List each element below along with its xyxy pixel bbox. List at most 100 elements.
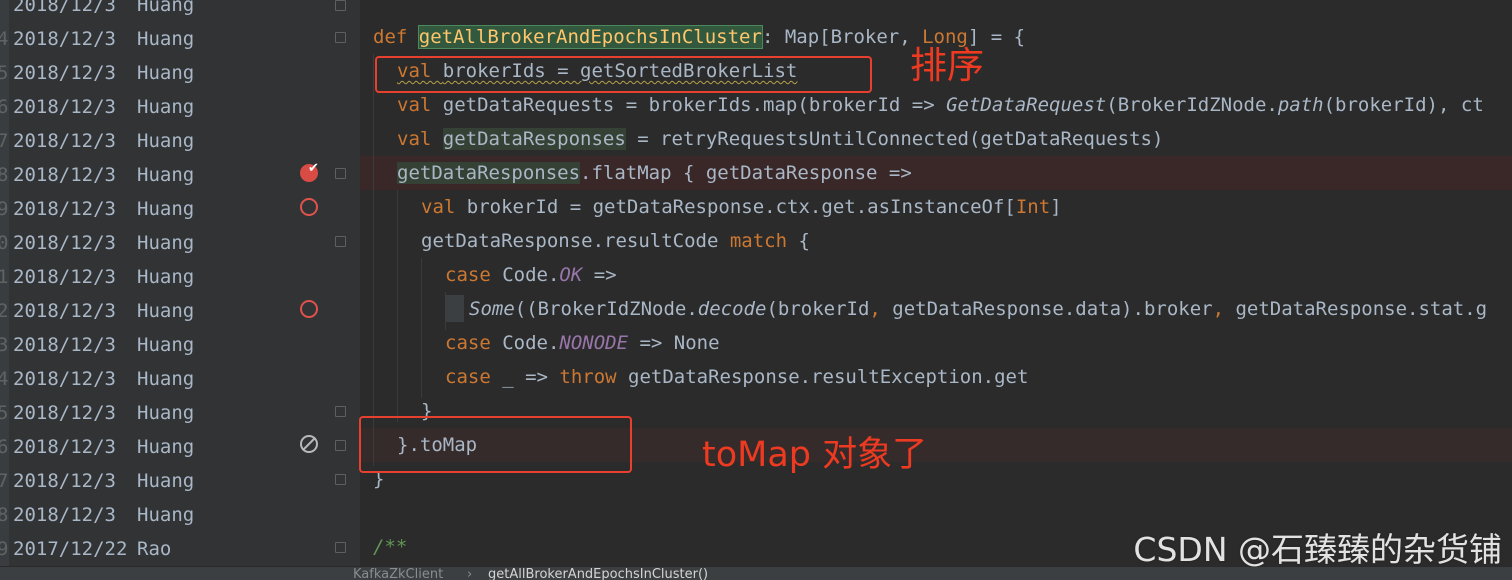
verified-breakpoint-icon[interactable]: ✔: [300, 162, 319, 182]
annotation-row[interactable]: 3 2018/12/3 Huang: [0, 328, 264, 362]
annotation-date: 2018/12/3: [13, 198, 116, 220]
annotation-row[interactable]: 7 2018/12/3 Huang: [0, 464, 264, 498]
indent-guide: [373, 54, 374, 466]
code-line[interactable]: /**: [373, 530, 407, 564]
line-number: 2: [0, 300, 9, 322]
line-number: 9: [0, 198, 9, 220]
annotation-row[interactable]: 4 2018/12/3 Huang: [0, 362, 264, 396]
code-method-call: path: [1277, 94, 1324, 116]
inline-hint-marker: [445, 295, 464, 322]
breakpoint-icon[interactable]: [300, 198, 318, 216]
annotation-author: Huang: [137, 402, 195, 424]
line-number: 0: [0, 232, 9, 254]
annotation-date: 2018/12/3: [13, 0, 116, 16]
code-method-call: decode: [697, 298, 767, 320]
indent-guide: [421, 258, 422, 398]
disabled-breakpoint-icon[interactable]: [300, 435, 318, 453]
annotation-date: 2017/12/22: [13, 538, 128, 560]
line-number: 3: [0, 334, 9, 356]
annotation-author: Rao: [137, 538, 172, 560]
code-constant: NONODE: [559, 332, 629, 354]
fold-icon[interactable]: [335, 474, 346, 485]
code-constant: OK: [559, 264, 583, 286]
annotation-row[interactable]: 9 2018/12/3 Huang: [0, 192, 264, 226]
breakpoint-icon[interactable]: [300, 300, 318, 318]
annotation-row[interactable]: 8 2018/12/3 Huang: [0, 498, 264, 532]
code-text: =>: [582, 264, 617, 286]
annotation-date: 2018/12/3: [13, 232, 116, 254]
annotation-date: 2018/12/3: [13, 368, 116, 390]
line-number: 6: [0, 96, 9, 118]
annotation-row[interactable]: 7 2018/12/3 Huang: [0, 124, 264, 158]
git-annotation-column: 2018/12/3 Huang 4 2018/12/3 Huang 5 2018/12/3 H…: [0, 0, 264, 566]
code-text: ]: [1050, 196, 1062, 218]
fold-icon[interactable]: [335, 440, 346, 451]
line-number: 4: [0, 28, 9, 50]
line-number: 4: [0, 368, 9, 390]
annotation-author: Huang: [137, 436, 195, 458]
annotation-box-sort: [375, 56, 872, 93]
code-line[interactable]: case _ => throw getDataResponse.resultEx…: [445, 360, 1028, 394]
fold-icon[interactable]: [335, 32, 346, 43]
fold-icon[interactable]: [335, 406, 346, 417]
line-number: 5: [0, 62, 9, 84]
annotation-author: Huang: [137, 0, 195, 16]
annotation-row[interactable]: 8 2018/12/3 Huang: [0, 158, 264, 192]
fold-icon[interactable]: [335, 236, 346, 247]
code-line[interactable]: case Code.OK =>: [445, 258, 617, 292]
chevron-right-icon: ›: [467, 567, 473, 580]
code-line[interactable]: */: [397, 0, 466, 48]
code-line[interactable]: val getDataResponses = retryRequestsUnti…: [397, 122, 1163, 156]
annotation-row[interactable]: 5 2018/12/3 Huang: [0, 396, 264, 430]
annotation-author: Huang: [137, 28, 195, 50]
annotation-date: 2018/12/3: [13, 436, 116, 458]
code-line[interactable]: case Code.NONODE => None: [445, 326, 720, 360]
code-text: getDataResponse.resultException.get: [628, 366, 1029, 388]
code-function-name[interactable]: getAllBrokerAndEpochsInCluster: [417, 25, 763, 49]
code-keyword: case: [445, 366, 503, 388]
fold-icon[interactable]: [335, 542, 346, 553]
annotation-row[interactable]: 6 2018/12/3 Huang: [0, 90, 264, 124]
annotation-date: 2018/12/3: [13, 334, 116, 356]
annotation-date: 2018/12/3: [13, 470, 116, 492]
code-keyword: val: [397, 128, 443, 150]
breadcrumb-method[interactable]: getAllBrokerAndEpochsInCluster(): [488, 568, 708, 580]
annotation-row[interactable]: 1 2018/12/3 Huang: [0, 260, 264, 294]
annotation-label-sort: 排序: [910, 44, 984, 87]
annotation-label-tomap: toMap 对象了: [702, 435, 928, 475]
breadcrumb-class[interactable]: KafkaZkClient: [353, 568, 443, 580]
annotation-row[interactable]: 2018/12/3 Huang: [0, 0, 264, 22]
indent-guide: [397, 190, 398, 422]
annotation-box-tomap: [359, 416, 632, 473]
code-text: getDataResponse.resultCode: [421, 230, 730, 252]
line-number: 8: [0, 504, 9, 526]
code-line[interactable]: Some((BrokerIdZNode.decode(brokerId, get…: [469, 292, 1487, 326]
code-text: Code.: [502, 264, 560, 286]
code-keyword: case: [445, 332, 503, 354]
code-text: getDataRequests = brokerIds.map(brokerId…: [442, 94, 947, 116]
annotation-row[interactable]: 5 2018/12/3 Huang: [0, 56, 264, 90]
code-variable-usage: getDataResponses: [397, 162, 581, 184]
code-text: = retryRequestsUntilConnected(getDataReq…: [625, 128, 1164, 150]
code-text: getDataResponse.stat.g: [1235, 298, 1488, 320]
annotation-row[interactable]: 2 2018/12/3 Huang: [0, 294, 264, 328]
editor-gutter[interactable]: ✔: [264, 0, 360, 566]
code-line[interactable]: getDataResponses.flatMap { getDataRespon…: [397, 156, 912, 190]
fold-icon[interactable]: [335, 168, 346, 179]
code-text: .flatMap { getDataResponse =>: [580, 162, 912, 184]
annotation-row[interactable]: 6 2018/12/3 Huang: [0, 430, 264, 464]
annotation-author: Huang: [137, 300, 195, 322]
annotation-row[interactable]: 4 2018/12/3 Huang: [0, 22, 264, 56]
annotation-date: 2018/12/3: [13, 164, 116, 186]
annotation-author: Huang: [137, 198, 195, 220]
code-line[interactable]: val getDataRequests = brokerIds.map(brok…: [397, 88, 1484, 122]
code-line[interactable]: getDataResponse.resultCode match {: [421, 224, 810, 258]
code-keyword: throw: [559, 366, 629, 388]
fold-icon[interactable]: [335, 0, 346, 11]
code-line[interactable]: val brokerId = getDataResponse.ctx.get.a…: [421, 190, 1062, 224]
annotation-row[interactable]: 0 2018/12/3 Huang: [0, 226, 264, 260]
annotation-date: 2018/12/3: [13, 402, 116, 424]
annotation-author: Huang: [137, 62, 195, 84]
annotation-date: 2018/12/3: [13, 300, 116, 322]
annotation-row[interactable]: 9 2017/12/22 Rao: [0, 532, 264, 566]
